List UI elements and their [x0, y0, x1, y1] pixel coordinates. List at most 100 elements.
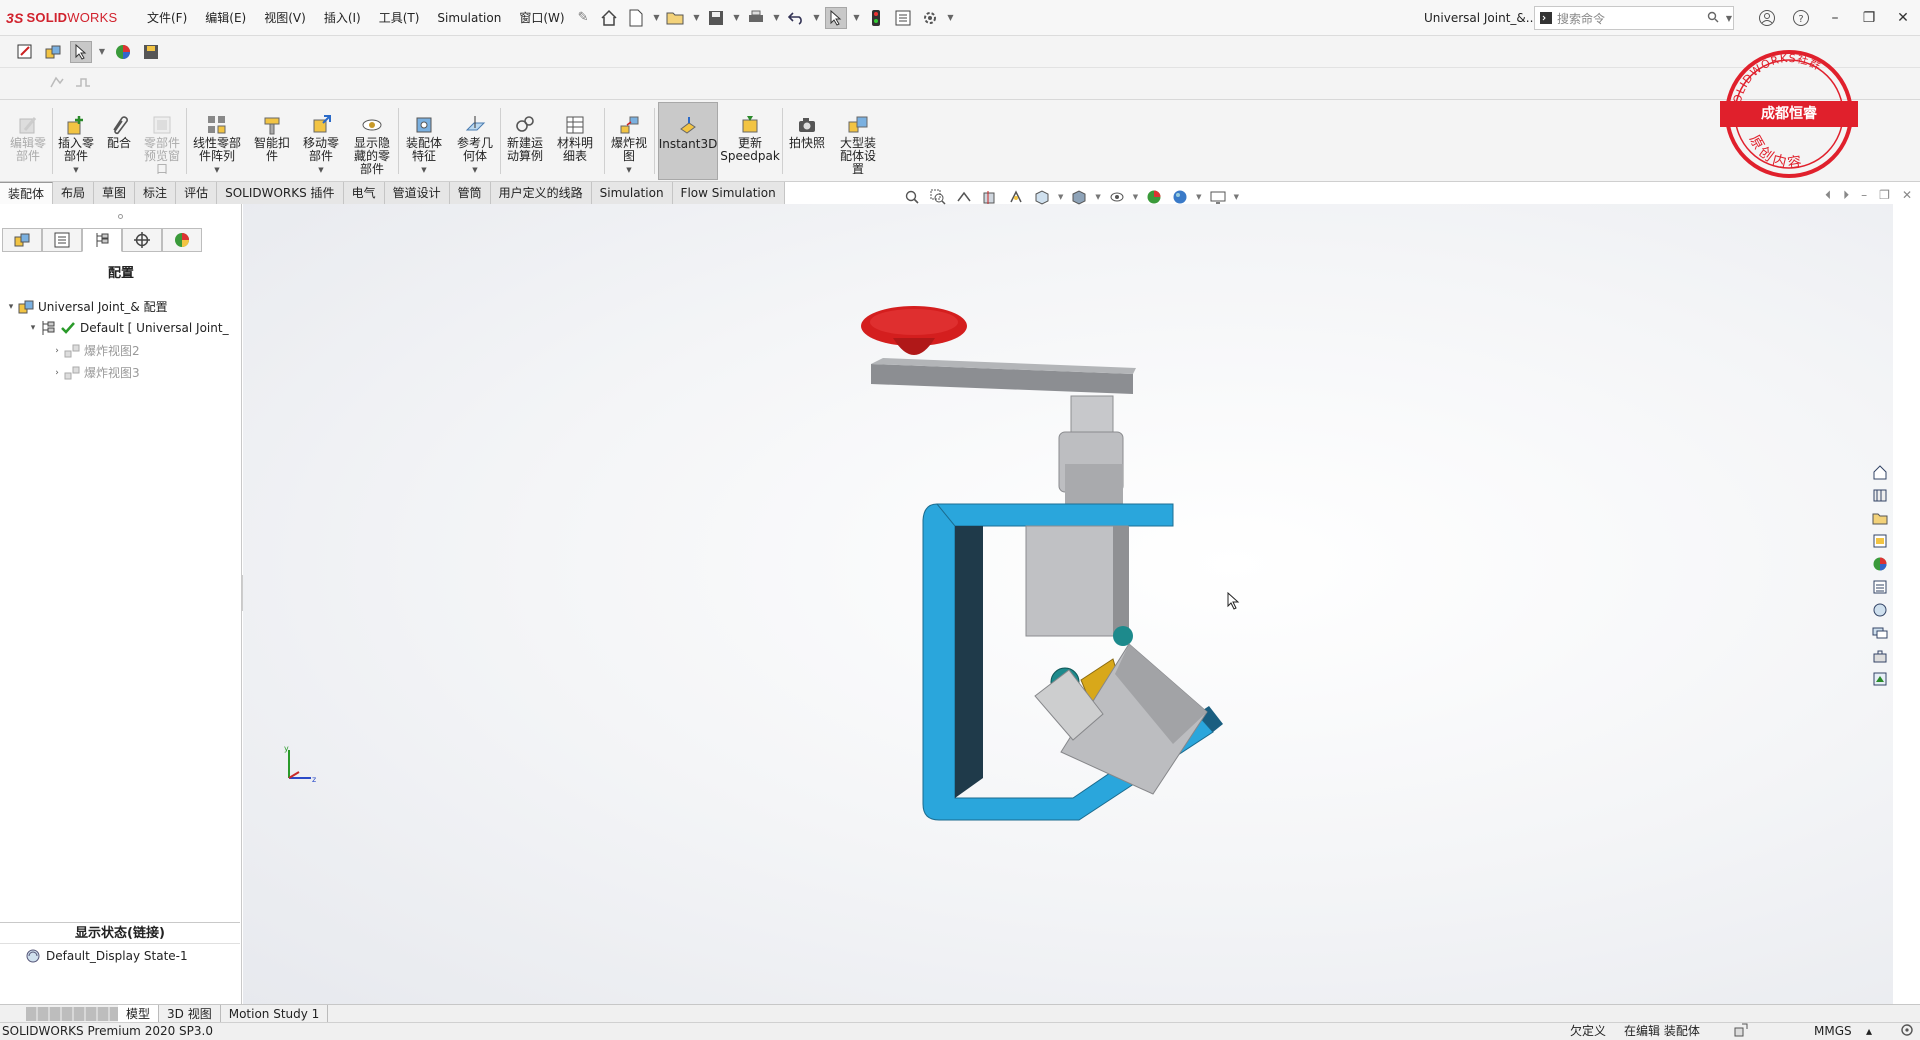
user-account-icon[interactable]: [1750, 0, 1784, 36]
file-properties-icon[interactable]: [892, 7, 914, 29]
appearance-icon[interactable]: [112, 41, 134, 63]
chevron-down-icon[interactable]: ▼: [812, 13, 820, 22]
unit-system[interactable]: MMGS: [1814, 1023, 1852, 1040]
custom-properties-icon[interactable]: [1870, 577, 1890, 597]
chevron-down-icon[interactable]: ▼: [772, 13, 780, 22]
gear-icon[interactable]: [919, 7, 941, 29]
property-manager-tab[interactable]: [42, 228, 82, 252]
edit-component-button[interactable]: 编辑零 部件: [6, 102, 50, 180]
section-view-icon[interactable]: [980, 187, 1000, 207]
assembly-icon[interactable]: [42, 41, 64, 63]
chevron-down-icon[interactable]: ▼: [472, 164, 477, 177]
display-manager-tab[interactable]: [162, 228, 202, 252]
chevron-down-icon[interactable]: ▼: [1095, 193, 1100, 201]
minimize-icon[interactable]: –: [1818, 0, 1852, 36]
menu-file[interactable]: 文件(F): [138, 0, 196, 36]
chat-icon[interactable]: [1870, 623, 1890, 643]
toolbox-icon[interactable]: [1870, 646, 1890, 666]
menu-simulation[interactable]: Simulation: [428, 0, 510, 36]
new-document-icon[interactable]: [625, 7, 647, 29]
menu-view[interactable]: 视图(V): [255, 0, 315, 36]
edit-sketch-icon[interactable]: [14, 41, 36, 63]
tab-tubing[interactable]: 管筒: [449, 182, 491, 204]
status-settings-icon[interactable]: [1900, 1023, 1914, 1040]
restore-icon[interactable]: ❐: [1879, 188, 1890, 203]
chevron-down-icon[interactable]: ▼: [626, 164, 631, 177]
universal-joint-model[interactable]: [243, 204, 1893, 1004]
panel-handle-dot[interactable]: [118, 214, 123, 219]
forum-icon[interactable]: [1870, 600, 1890, 620]
chevron-down-icon[interactable]: ▼: [652, 13, 660, 22]
display-style-icon[interactable]: [1069, 187, 1089, 207]
help-icon[interactable]: ?: [1784, 0, 1818, 36]
previous-view-icon[interactable]: [954, 187, 974, 207]
tab-sketch[interactable]: 草图: [94, 182, 136, 204]
chevron-down-icon[interactable]: ▼: [1725, 14, 1733, 23]
update-speedpak-button[interactable]: 更新 Speedpak: [720, 102, 780, 180]
rebuild-icon[interactable]: [1734, 1023, 1748, 1040]
tab-layout[interactable]: 布局: [53, 182, 95, 204]
minimize-icon[interactable]: –: [1861, 188, 1867, 203]
tab-evaluate[interactable]: 评估: [176, 182, 218, 204]
chevron-down-icon[interactable]: ▼: [318, 164, 323, 177]
tree-root-item[interactable]: ▾ Universal Joint_& 配置: [4, 298, 168, 315]
tab-motion-study[interactable]: Motion Study 1: [221, 1004, 329, 1023]
search-input[interactable]: 搜索命令: [1557, 10, 1707, 27]
design-library-icon[interactable]: [1870, 485, 1890, 505]
chevron-down-icon[interactable]: ▼: [421, 164, 426, 177]
apply-scene-icon[interactable]: [1170, 187, 1190, 207]
chevron-down-icon[interactable]: ▼: [692, 13, 700, 22]
tab-3d-views[interactable]: 3D 视图: [159, 1004, 221, 1023]
move-component-button[interactable]: 移动零 部件 ▼: [298, 102, 344, 180]
hide-show-items-icon[interactable]: [1107, 187, 1127, 207]
tree-exploded-view-item[interactable]: › 爆炸视图2: [50, 342, 140, 359]
chevron-down-icon[interactable]: ▼: [732, 13, 740, 22]
view-settings-icon[interactable]: [1208, 187, 1228, 207]
next-pane-icon[interactable]: ⏵: [1843, 188, 1849, 203]
tab-solidworks-addins[interactable]: SOLIDWORKS 插件: [217, 182, 344, 204]
tree-config-item[interactable]: ▾ Default [ Universal Joint_: [26, 320, 229, 336]
smart-fasteners-button[interactable]: 智能扣 件: [250, 102, 294, 180]
insert-component-button[interactable]: 插入零 部件 ▼: [54, 102, 98, 180]
dynamic-annotation-icon[interactable]: [1006, 187, 1026, 207]
home-icon[interactable]: [598, 7, 620, 29]
chevron-down-icon[interactable]: ▼: [1234, 193, 1239, 201]
search-commands[interactable]: 搜索命令 ▼: [1534, 6, 1734, 30]
expand-triangle-icon[interactable]: ›: [50, 368, 64, 378]
pin-icon[interactable]: ✎: [578, 10, 589, 25]
bill-of-materials-button[interactable]: 材料明 细表: [552, 102, 598, 180]
undo-icon[interactable]: [785, 7, 807, 29]
chevron-down-icon[interactable]: ▼: [73, 164, 78, 177]
close-icon[interactable]: ✕: [1902, 188, 1912, 203]
feature-manager-tab[interactable]: [2, 228, 42, 252]
tree-exploded-view-item[interactable]: › 爆炸视图3: [50, 364, 140, 381]
chevron-up-icon[interactable]: ▴: [1866, 1023, 1872, 1040]
save-assembly-icon[interactable]: [140, 41, 162, 63]
chevron-down-icon[interactable]: ▼: [214, 164, 219, 177]
open-folder-icon[interactable]: [665, 7, 687, 29]
chevron-down-icon[interactable]: ▼: [852, 13, 860, 22]
restore-icon[interactable]: ❐: [1852, 0, 1886, 36]
tab-scroll-arrows[interactable]: [26, 1006, 118, 1021]
close-icon[interactable]: ✕: [1886, 0, 1920, 36]
assembly-features-button[interactable]: 装配体 特征 ▼: [400, 102, 448, 180]
show-hidden-components-button[interactable]: 显示隐 藏的零 部件: [348, 102, 396, 180]
zoom-to-fit-icon[interactable]: [902, 187, 922, 207]
collapse-triangle-icon[interactable]: ▾: [4, 302, 18, 312]
chevron-down-icon[interactable]: ▼: [946, 13, 954, 22]
edit-appearance-icon[interactable]: [1144, 187, 1164, 207]
view-orientation-icon[interactable]: [1032, 187, 1052, 207]
previous-pane-icon[interactable]: ⏴: [1825, 188, 1831, 203]
configuration-manager-tab[interactable]: [82, 228, 122, 252]
instant3d-button[interactable]: Instant3D: [658, 102, 718, 180]
exploded-view-button[interactable]: 爆炸视 图 ▼: [606, 102, 652, 180]
select-arrow-icon[interactable]: [825, 6, 848, 29]
tab-electrical[interactable]: 电气: [343, 182, 385, 204]
chevron-down-icon[interactable]: ▼: [1196, 193, 1201, 201]
tab-markup[interactable]: 标注: [135, 182, 177, 204]
tab-assembly[interactable]: 装配体: [0, 182, 54, 204]
linear-pattern-button[interactable]: 线性零部 件阵列 ▼: [188, 102, 246, 180]
appearances-icon[interactable]: [1870, 554, 1890, 574]
graphics-area[interactable]: y z: [243, 204, 1893, 1004]
solidworks-resources-icon[interactable]: [1870, 462, 1890, 482]
